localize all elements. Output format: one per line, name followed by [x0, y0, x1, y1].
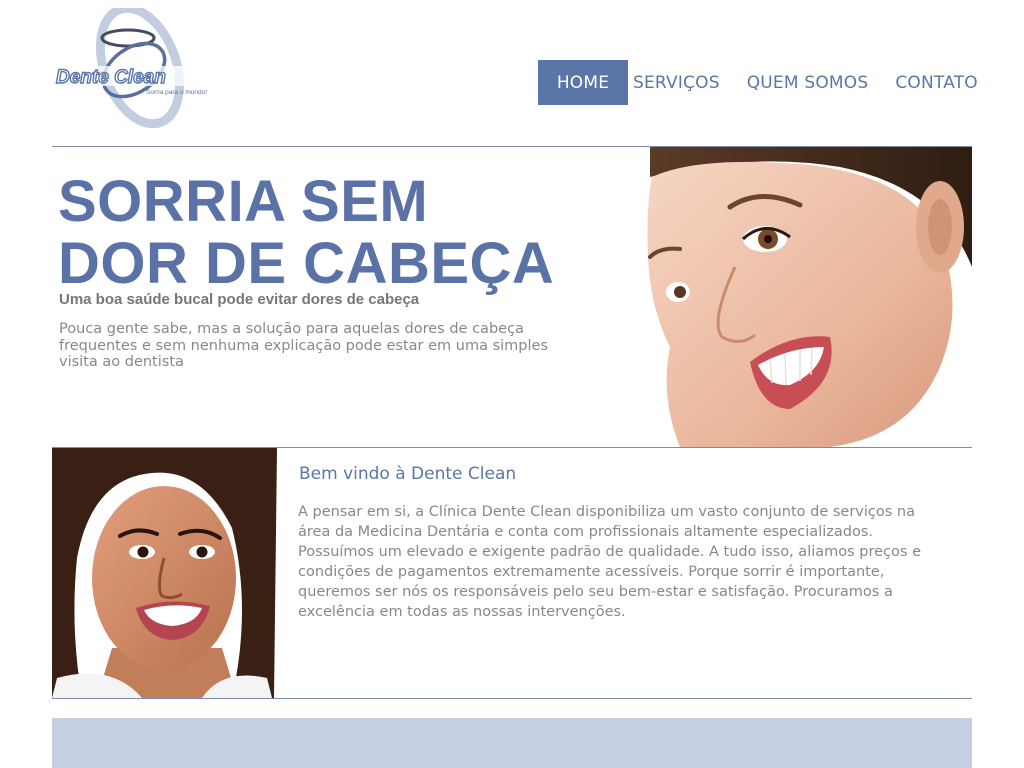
hero-title-line1: SORRIA SEM: [58, 169, 429, 234]
welcome-divider: [52, 698, 972, 699]
hero-subtitle: Uma boa saúde bucal pode evitar dores de…: [59, 291, 420, 308]
logo[interactable]: Dente Clean Sorria para o mundo!: [52, 8, 236, 128]
hero-text: Pouca gente sabe, mas a solução para aqu…: [59, 321, 548, 370]
welcome-title: Bem vindo à Dente Clean: [299, 464, 517, 484]
nav-item-servicos[interactable]: SERVIÇOS: [633, 60, 720, 105]
nav-item-contato[interactable]: CONTATO: [895, 60, 978, 105]
woman-portrait-photo: [52, 448, 282, 698]
svg-text:Dente Clean: Dente Clean: [56, 67, 166, 88]
welcome-text: A pensar em si, a Clínica Dente Clean di…: [298, 504, 921, 620]
nav-item-home[interactable]: HOME: [538, 60, 628, 105]
nav-item-quem-somos[interactable]: QUEM SOMOS: [747, 60, 869, 105]
hero-title: SORRIA SEM DOR DE CABEÇA: [58, 171, 554, 295]
welcome-section: Bem vindo à Dente Clean A pensar em si, …: [52, 448, 972, 698]
smiling-woman-photo: [640, 147, 972, 447]
main-nav: HOME SERVIÇOS QUEM SOMOS CONTATO: [538, 60, 978, 105]
svg-text:Sorria para o mundo!: Sorria para o mundo!: [146, 89, 207, 96]
footer-band: [52, 718, 972, 768]
hero-banner: SORRIA SEM DOR DE CABEÇA Uma boa saúde b…: [52, 147, 972, 447]
hero-title-line2: DOR DE CABEÇA: [58, 231, 555, 296]
tooth-logo-icon: Dente Clean Sorria para o mundo!: [54, 8, 226, 128]
